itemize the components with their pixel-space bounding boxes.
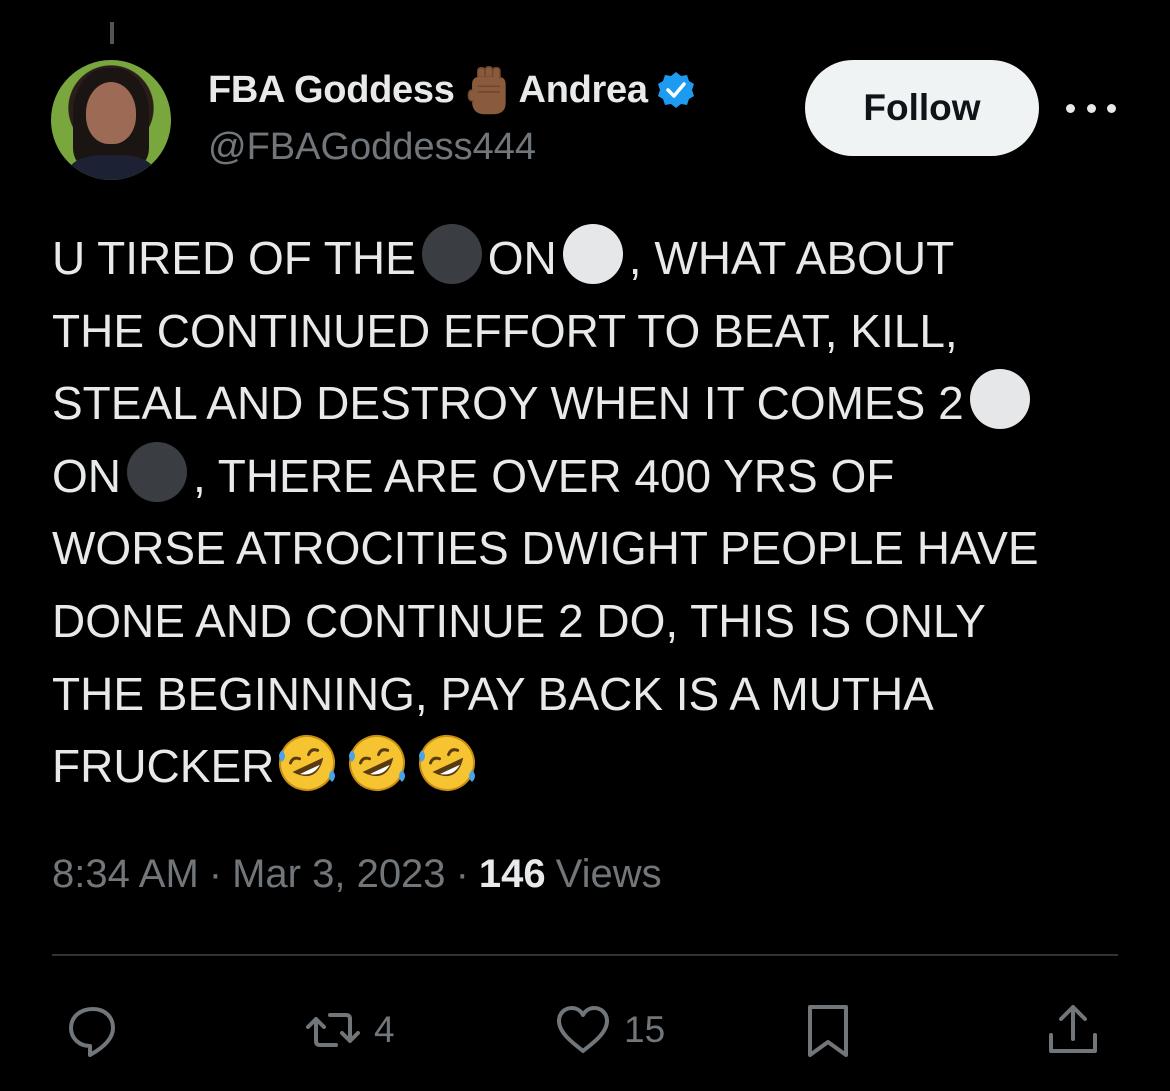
- tweet-line: STEAL AND DESTROY WHEN IT COMES 2: [52, 367, 1132, 440]
- tweet-line: FRUCKER: [52, 730, 1132, 803]
- more-dot: [1086, 103, 1096, 113]
- tweet-line: WORSE ATROCITIES DWIGHT PEOPLE HAVE: [52, 512, 1132, 585]
- tweet-line: THE CONTINUED EFFORT TO BEAT, KILL,: [52, 295, 1132, 368]
- tweet-text-fragment: U TIRED OF THE: [52, 232, 416, 284]
- views-label[interactable]: Views: [556, 852, 662, 897]
- heart-icon: [557, 1006, 609, 1053]
- like-button[interactable]: 15: [552, 990, 665, 1070]
- tweet-text-fragment: THE BEGINNING, PAY BACK IS A MUTHA: [52, 667, 934, 720]
- tweet-text-fragment: DONE AND CONTINUE 2 DO, THIS IS ONLY: [52, 594, 986, 647]
- retweet-count: 4: [374, 1009, 395, 1050]
- avatar-shirt: [69, 155, 154, 180]
- rolling-laughing-emoji-icon: [274, 730, 340, 796]
- avatar[interactable]: [51, 60, 171, 180]
- author-name-row[interactable]: FBA Goddess Andrea: [208, 65, 696, 115]
- black-circle-emoji-icon: [127, 441, 187, 502]
- action-bar: 4 15: [52, 990, 1118, 1070]
- views-count[interactable]: 146: [479, 852, 546, 897]
- tweet-text-fragment: FRUCKER: [52, 740, 275, 793]
- reply-button[interactable]: [62, 990, 134, 1070]
- tweet-text-fragment: THE CONTINUED EFFORT TO BEAT, KILL,: [52, 304, 958, 357]
- share-icon: [1049, 1005, 1097, 1053]
- drag-indicator: [110, 22, 114, 44]
- tweet-line: ON , THERE ARE OVER 400 YRS OF: [52, 440, 1132, 513]
- retweet-icon: [306, 1013, 360, 1047]
- meta-separator: ·: [208, 852, 223, 896]
- rolling-laughing-emoji-icon: [344, 730, 410, 796]
- more-dot: [1066, 103, 1075, 113]
- verified-badge-icon[interactable]: [656, 70, 696, 110]
- tweet-text-fragment: , THERE ARE OVER 400 YRS OF: [193, 449, 895, 502]
- share-button[interactable]: [1042, 990, 1104, 1070]
- follow-button[interactable]: Follow: [805, 60, 1039, 156]
- avatar-face: [86, 82, 136, 144]
- tweet-text-fragment: ON: [487, 232, 557, 284]
- handle[interactable]: @FBAGoddess444: [208, 126, 536, 169]
- tweet-meta: 8:34 AM · Mar 3, 2023 · 146 Views: [52, 852, 662, 897]
- reply-icon: [69, 1007, 115, 1057]
- bookmark-icon: [808, 1005, 848, 1057]
- tweet-text-fragment: , WHAT ABOUT: [628, 232, 955, 284]
- tweet-date[interactable]: Mar 3, 2023: [232, 852, 445, 897]
- more-dot: [1107, 103, 1116, 113]
- tweet-text: U TIRED OF THE ON , WHAT ABOUT THE CONTINUE…: [52, 222, 1132, 803]
- tweet-text-fragment: ON: [52, 449, 121, 502]
- raised-fist-icon: [457, 65, 517, 115]
- more-options-icon[interactable]: [1066, 90, 1116, 126]
- like-count: 15: [624, 1009, 666, 1050]
- divider: [52, 954, 1118, 956]
- black-circle-emoji-icon: [421, 224, 482, 284]
- retweet-button[interactable]: 4: [302, 990, 395, 1070]
- rolling-laughing-emoji-icon: [414, 730, 480, 796]
- display-name-suffix[interactable]: Andrea: [519, 69, 648, 112]
- tweet-line: THE BEGINNING, PAY BACK IS A MUTHA: [52, 658, 1132, 731]
- white-circle-emoji-icon: [562, 224, 623, 284]
- tweet-time[interactable]: 8:34 AM: [52, 852, 199, 897]
- tweet-line: U TIRED OF THE ON , WHAT ABOUT: [52, 222, 1132, 295]
- tweet-text-fragment: WORSE ATROCITIES DWIGHT PEOPLE HAVE: [52, 522, 1039, 575]
- white-circle-emoji-icon: [969, 369, 1030, 430]
- bookmark-button[interactable]: [797, 990, 859, 1070]
- meta-separator: ·: [455, 852, 469, 896]
- tweet-line: DONE AND CONTINUE 2 DO, THIS IS ONLY: [52, 585, 1132, 658]
- tweet-text-fragment: STEAL AND DESTROY WHEN IT COMES 2: [52, 377, 964, 430]
- display-name[interactable]: FBA Goddess: [208, 69, 455, 112]
